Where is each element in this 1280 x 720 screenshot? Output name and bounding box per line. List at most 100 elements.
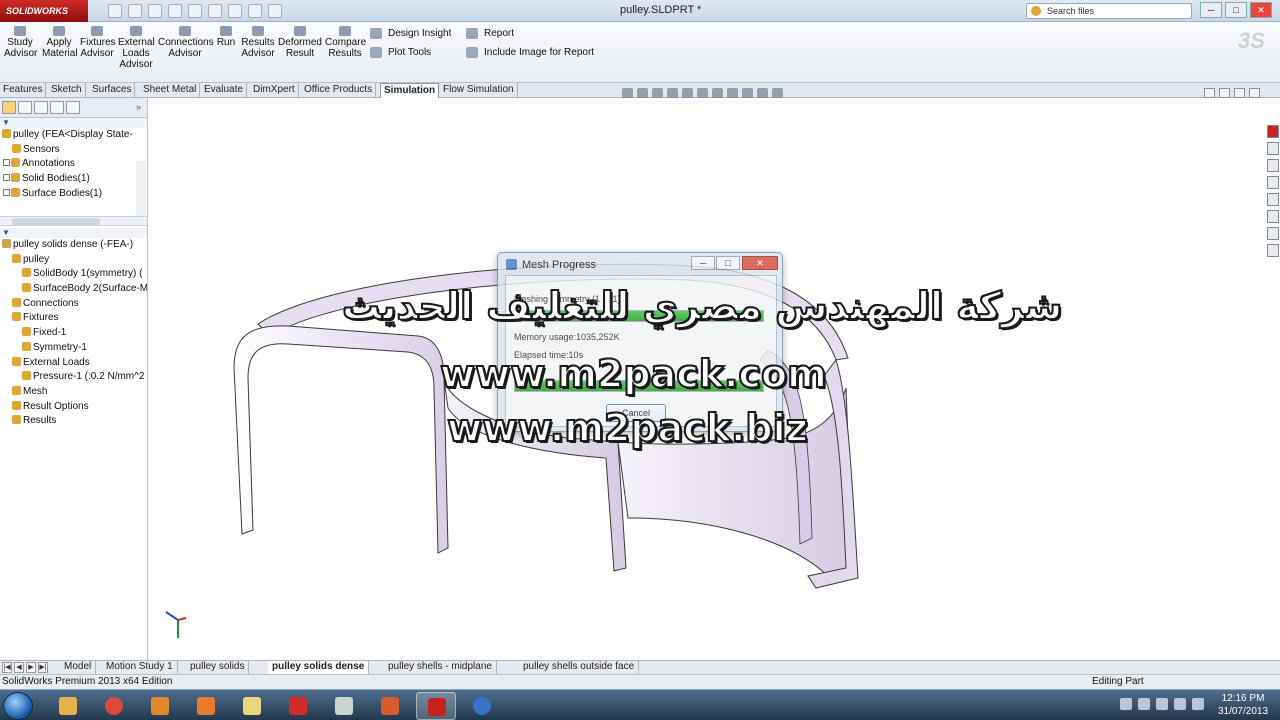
tab-sketch[interactable]: Sketch (48, 83, 86, 98)
next-tab-icon[interactable]: ▶ (26, 662, 36, 673)
run-button[interactable]: Run (215, 26, 237, 48)
include-image-button[interactable]: Include Image for Report (466, 47, 594, 58)
taskbar-app-4[interactable] (186, 692, 226, 720)
tree-item-solid-bodies[interactable]: Solid Bodies(1) (0, 172, 147, 187)
study-tree-item[interactable]: External Loads (0, 356, 147, 371)
tab-pulley-shells-outside[interactable]: pulley shells outside face (519, 661, 640, 674)
tree-item-annotations[interactable]: Annotations (0, 157, 147, 172)
open-file-icon[interactable] (128, 4, 142, 18)
solidworks-logo[interactable]: SOLIDWORKS (0, 0, 88, 22)
new-file-icon[interactable] (108, 4, 122, 18)
study-tree-item[interactable]: Pressure-1 (:0.2 N/mm^2 (0, 370, 147, 385)
tab-office-products[interactable]: Office Products (301, 83, 377, 98)
viewport-restore-icon[interactable] (1234, 88, 1245, 98)
plot-tools-button[interactable]: Plot Tools (370, 47, 431, 58)
taskbar-app-3[interactable] (140, 692, 180, 720)
horizontal-scrollbar[interactable] (0, 216, 147, 226)
configuration-manager-tab-icon[interactable] (34, 101, 48, 114)
volume-icon[interactable] (1174, 698, 1186, 710)
custom-properties-icon[interactable] (1267, 210, 1279, 223)
save-icon[interactable] (148, 4, 162, 18)
feature-tree-tab-icon[interactable] (2, 101, 16, 114)
maximize-button[interactable]: □ (1225, 2, 1247, 18)
tab-pulley-shells-midplane[interactable]: pulley shells - midplane (384, 661, 497, 674)
expand-panel-icon[interactable]: » (136, 102, 141, 112)
tree-item-sensors[interactable]: Sensors (0, 143, 147, 158)
taskbar-solidworks[interactable] (416, 692, 456, 720)
study-tree-item[interactable]: Result Options (0, 400, 147, 415)
keyboard-icon[interactable] (1192, 698, 1204, 710)
taskbar-explorer[interactable] (48, 692, 88, 720)
close-button[interactable]: ✕ (1250, 2, 1272, 18)
tab-model[interactable]: Model (60, 661, 97, 674)
tab-motion-study[interactable]: Motion Study 1 (102, 661, 178, 674)
last-tab-icon[interactable]: ▶| (38, 662, 48, 673)
deformed-result-button[interactable]: Deformed Result (278, 26, 322, 59)
undo-icon[interactable] (188, 4, 202, 18)
tab-dimxpert[interactable]: DimXpert (250, 83, 299, 98)
tab-evaluate[interactable]: Evaluate (201, 83, 247, 98)
study-tree-item[interactable]: Fixtures (0, 311, 147, 326)
taskbar-app-10[interactable] (462, 692, 502, 720)
viewport-close-icon[interactable] (1249, 88, 1260, 98)
taskbar-chrome[interactable] (94, 692, 134, 720)
solidworks-resources-icon[interactable] (1267, 125, 1279, 138)
battery-icon[interactable] (1156, 698, 1168, 710)
connections-advisor-button[interactable]: Connections Advisor (158, 26, 214, 59)
tab-features[interactable]: Features (0, 83, 47, 98)
property-manager-tab-icon[interactable] (18, 101, 32, 114)
tab-pulley-solids[interactable]: pulley solids (186, 661, 250, 674)
scrollbar-thumb[interactable] (12, 218, 100, 225)
tab-flow-simulation[interactable]: Flow Simulation (440, 83, 518, 98)
network-icon[interactable] (1138, 698, 1150, 710)
study-root[interactable]: pulley solids dense (-FEA-) (0, 238, 147, 253)
tree-root-pulley[interactable]: pulley (FEA<Display State- (0, 128, 147, 143)
appearances-icon[interactable] (1267, 193, 1279, 206)
print-icon[interactable] (168, 4, 182, 18)
taskbar-app-5[interactable] (232, 692, 272, 720)
tab-surfaces[interactable]: Surfaces (89, 83, 136, 98)
design-insight-button[interactable]: Design Insight (370, 28, 451, 39)
file-explorer-icon[interactable] (1267, 159, 1279, 172)
external-loads-advisor-button[interactable]: External Loads Advisor (118, 26, 155, 70)
expand-icon[interactable] (3, 174, 10, 182)
search-input[interactable]: Search files (1026, 3, 1192, 19)
minimize-button[interactable]: ─ (1200, 2, 1222, 18)
fixtures-advisor-button[interactable]: Fixtures Advisor (80, 26, 116, 59)
tab-simulation[interactable]: Simulation (380, 83, 440, 98)
taskbar-app-7[interactable] (324, 692, 364, 720)
study-tree-item[interactable]: SolidBody 1(symmetry) ( (0, 267, 147, 282)
taskbar-app-8[interactable] (370, 692, 410, 720)
study-advisor-button[interactable]: Study Advisor (4, 26, 37, 59)
view-palette-icon[interactable] (1267, 176, 1279, 189)
dimxpert-manager-tab-icon[interactable] (50, 101, 64, 114)
dialog-minimize-button[interactable]: ─ (691, 256, 715, 270)
study-tree-item[interactable]: SurfaceBody 2(Surface-M (0, 282, 147, 297)
dialog-maximize-button[interactable]: □ (716, 256, 740, 270)
toolbox-icon[interactable] (1267, 244, 1279, 257)
file-properties-icon[interactable] (248, 4, 262, 18)
study-tree-item[interactable]: Symmetry-1 (0, 341, 147, 356)
taskbar-clock[interactable]: 12:16 PM 31/07/2013 (1210, 692, 1276, 718)
feature-tree-scrollbar[interactable] (136, 161, 146, 217)
study-tree-item[interactable]: Results (0, 414, 147, 429)
expand-icon[interactable] (3, 188, 10, 196)
apply-material-button[interactable]: Apply Material (42, 26, 78, 59)
prev-tab-icon[interactable]: ◀ (14, 662, 24, 673)
display-manager-tab-icon[interactable] (66, 101, 80, 114)
compare-results-button[interactable]: Compare Results (325, 26, 366, 59)
flag-icon[interactable] (1120, 698, 1132, 710)
study-filter-icon[interactable]: ▼ (0, 228, 147, 238)
study-tree-item[interactable]: Mesh (0, 385, 147, 400)
select-icon[interactable] (208, 4, 222, 18)
options-gear-icon[interactable] (268, 4, 282, 18)
design-library-icon[interactable] (1267, 142, 1279, 155)
report-button[interactable]: Report (466, 28, 514, 39)
taskbar-acrobat[interactable] (278, 692, 318, 720)
study-tree-item[interactable]: pulley (0, 253, 147, 268)
dialog-title-bar[interactable]: Mesh Progress ─ □ ✕ (498, 253, 782, 275)
tab-sheet-metal[interactable]: Sheet Metal (140, 83, 201, 98)
first-tab-icon[interactable]: |◀ (2, 662, 12, 673)
rebuild-icon[interactable] (228, 4, 242, 18)
tab-pulley-solids-dense[interactable]: pulley solids dense (268, 661, 370, 674)
